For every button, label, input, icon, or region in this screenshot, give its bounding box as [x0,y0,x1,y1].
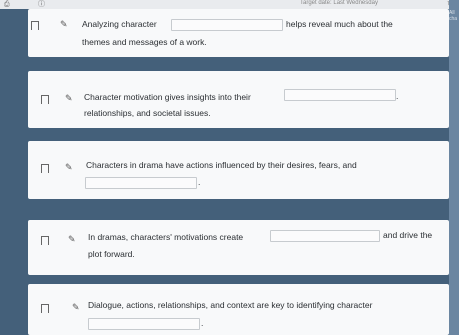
question-punct: . [201,318,204,328]
question-text: In dramas, characters' motivations creat… [88,232,244,242]
question-punct: . [396,91,399,101]
question-text-line2: themes and messages of a work. [82,37,207,47]
top-bar: ⎙ ⓘ Target date: Last Wednesday ↻ [0,0,459,9]
bookmark-icon[interactable] [41,236,49,245]
question-text: Analyzing character [82,19,157,29]
question-text-line2: relationships, and societal issues. [84,108,211,118]
pencil-icon[interactable]: ✎ [65,93,73,104]
question-text-cont: and drive the [383,230,433,240]
bookmark-icon[interactable] [41,164,49,173]
bookmark-icon[interactable] [41,304,49,313]
question-card-5: ✎ Dialogue, actions, relationships, and … [28,284,449,335]
due-date-label: Target date: Last Wednesday [300,0,378,6]
answer-blank[interactable] [88,318,200,330]
question-card-3: ✎ Characters in drama have actions influ… [28,141,449,199]
print-icon[interactable]: ⎙ [4,0,10,9]
answer-blank[interactable] [85,177,197,189]
answer-blank[interactable] [284,89,396,101]
bookmark-icon[interactable] [31,21,39,30]
right-panel-edge: All cha [449,0,459,335]
question-text: Dialogue, actions, relationships, and co… [88,300,373,310]
question-card-4: ✎ In dramas, characters' motivations cre… [28,220,449,275]
question-card-2: ✎ Character motivation gives insights in… [28,71,449,128]
corner-label: All cha [449,10,458,22]
answer-blank[interactable] [171,19,283,31]
question-text-cont: helps reveal much about the [286,19,393,29]
pencil-icon[interactable]: ✎ [72,302,80,313]
question-text: Characters in drama have actions influen… [86,160,357,170]
question-text-line2: plot forward. [88,249,135,259]
answer-blank[interactable] [270,230,380,242]
pencil-icon[interactable]: ✎ [60,19,68,30]
question-text: Character motivation gives insights into… [84,92,251,102]
pencil-icon[interactable]: ✎ [68,234,76,245]
info-icon[interactable]: ⓘ [38,0,45,9]
question-punct: . [198,177,201,187]
bookmark-icon[interactable] [41,95,49,104]
question-card-1: ✎ Analyzing character helps reveal much … [28,9,449,57]
pencil-icon[interactable]: ✎ [65,162,73,173]
